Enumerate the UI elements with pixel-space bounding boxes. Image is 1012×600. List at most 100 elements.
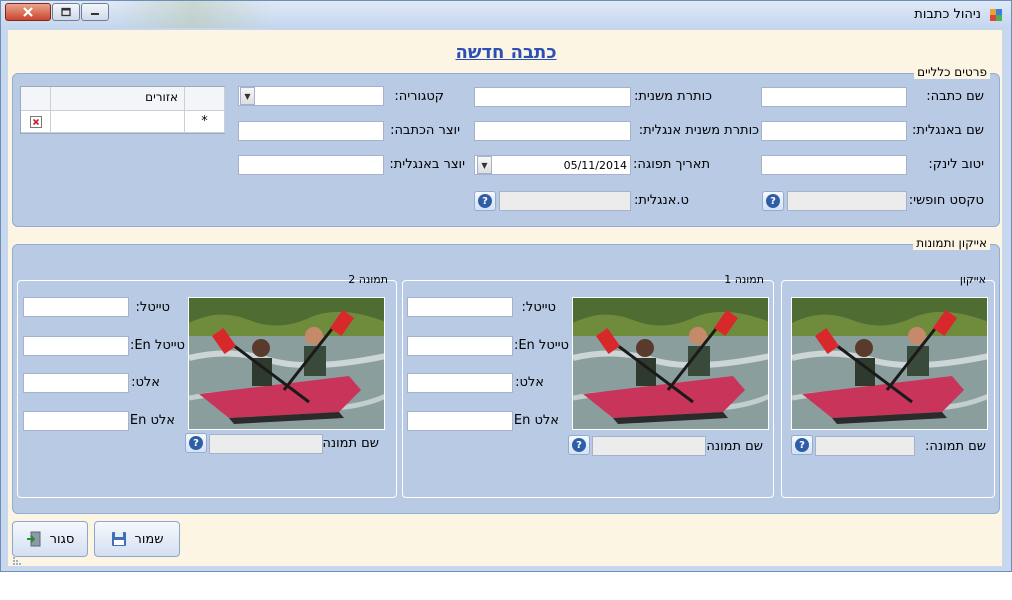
grid-delete-cell[interactable] bbox=[21, 111, 51, 133]
icon-name-help-button[interactable]: ? bbox=[791, 435, 813, 455]
link-routing-input[interactable] bbox=[762, 156, 906, 174]
english-name-label: שם באנגלית: bbox=[912, 123, 984, 138]
expiry-date-input[interactable] bbox=[475, 156, 630, 174]
grid-corner-cell bbox=[21, 87, 51, 111]
text-en-help-button[interactable]: ? bbox=[474, 191, 496, 211]
image2-alt-en-input[interactable] bbox=[24, 412, 128, 430]
link-routing-field[interactable] bbox=[761, 155, 907, 175]
grid-new-row-marker: * bbox=[185, 111, 225, 133]
image1-name-label: שם תמונה: bbox=[702, 439, 763, 454]
expiry-date-dropdown-button[interactable]: ▼ bbox=[477, 156, 492, 174]
image1-name-field[interactable] bbox=[592, 436, 706, 456]
subtitle-en-input[interactable] bbox=[475, 122, 630, 140]
article-name-input[interactable] bbox=[762, 88, 906, 106]
subtitle-label: כותרת משנית: bbox=[633, 89, 712, 104]
image2-alt-en-field[interactable] bbox=[23, 411, 129, 431]
image1-photo[interactable] bbox=[572, 297, 769, 430]
text-en-field[interactable] bbox=[499, 191, 631, 211]
free-text-input[interactable] bbox=[788, 192, 906, 210]
grid-column-header-regions[interactable]: אזורים bbox=[51, 87, 185, 111]
english-name-input[interactable] bbox=[762, 122, 906, 140]
category-input[interactable] bbox=[239, 87, 383, 105]
floppy-disk-icon bbox=[111, 532, 126, 546]
text-en-input[interactable] bbox=[500, 192, 630, 210]
subtitle-input[interactable] bbox=[475, 88, 630, 106]
image2-frame-title: תמונה 2 bbox=[348, 273, 388, 286]
image2-title-en-field[interactable] bbox=[23, 336, 129, 356]
title-bar[interactable]: ניהול כתבות bbox=[1, 1, 1011, 29]
free-text-label: טקסט חופשי: bbox=[908, 193, 984, 208]
text-en-label: ט.אנגלית: bbox=[633, 193, 689, 208]
regions-grid[interactable]: אזורים * bbox=[20, 86, 225, 134]
images-group-title: אייקון ותמונות bbox=[913, 236, 990, 250]
grid-new-row-cell[interactable] bbox=[51, 111, 185, 133]
image2-name-help-button[interactable]: ? bbox=[185, 433, 207, 453]
save-button[interactable]: שמור bbox=[94, 521, 180, 557]
image1-alt-label: אלט: bbox=[515, 375, 544, 390]
minimize-window-button[interactable] bbox=[81, 3, 109, 21]
image1-alt-input[interactable] bbox=[408, 374, 512, 392]
image2-alt-input[interactable] bbox=[24, 374, 128, 392]
kayak-photo bbox=[573, 298, 768, 429]
maximize-window-button[interactable] bbox=[52, 3, 80, 21]
image1-title-label: טייטל: bbox=[521, 300, 556, 315]
author-input[interactable] bbox=[239, 122, 383, 140]
english-name-field[interactable] bbox=[761, 121, 907, 141]
image2-title-en-label: טייטל En: bbox=[129, 338, 185, 353]
help-icon: ? bbox=[766, 194, 780, 208]
author-en-field[interactable] bbox=[238, 155, 384, 175]
free-text-field[interactable] bbox=[787, 191, 907, 211]
category-select[interactable] bbox=[238, 86, 384, 106]
image1-frame-title: תמונה 1 bbox=[724, 273, 764, 286]
image1-title-input[interactable] bbox=[408, 298, 512, 316]
author-field[interactable] bbox=[238, 121, 384, 141]
image2-title-label: טייטל: bbox=[135, 300, 170, 315]
article-name-field[interactable] bbox=[761, 87, 907, 107]
image1-title-en-input[interactable] bbox=[408, 337, 512, 355]
icon-photo[interactable] bbox=[791, 297, 988, 430]
icon-name-input[interactable] bbox=[816, 437, 914, 455]
icon-name-label: שם תמונה: bbox=[925, 439, 986, 454]
image1-alt-en-field[interactable] bbox=[407, 411, 513, 431]
close-window-button[interactable] bbox=[5, 3, 51, 21]
form-title: כתבה חדשה bbox=[455, 42, 557, 63]
dropdown-arrow-icon: ▼ bbox=[244, 91, 251, 101]
expiry-date-picker[interactable] bbox=[474, 155, 631, 175]
subtitle-en-label: כותרת משנית אנגלית: bbox=[638, 123, 759, 138]
image2-title-field[interactable] bbox=[23, 297, 129, 317]
image1-alt-en-label: אלט En: bbox=[510, 413, 559, 428]
author-label: יוצר הכתבה: bbox=[390, 123, 460, 138]
category-dropdown-button[interactable]: ▼ bbox=[240, 87, 255, 105]
image2-title-en-input[interactable] bbox=[24, 337, 128, 355]
image1-name-input[interactable] bbox=[593, 437, 705, 455]
image2-alt-label: אלט: bbox=[131, 375, 160, 390]
image1-title-field[interactable] bbox=[407, 297, 513, 317]
author-en-input[interactable] bbox=[239, 156, 383, 174]
subtitle-field[interactable] bbox=[474, 87, 631, 107]
author-en-label: יוצר באנגלית: bbox=[389, 157, 465, 172]
help-icon: ? bbox=[478, 194, 492, 208]
expiry-date-label: תאריך תפוגה: bbox=[632, 157, 710, 172]
exit-icon bbox=[26, 531, 41, 547]
free-text-help-button[interactable]: ? bbox=[762, 191, 784, 211]
image1-title-en-field[interactable] bbox=[407, 336, 513, 356]
image1-alt-en-input[interactable] bbox=[408, 412, 512, 430]
close-icon bbox=[23, 7, 33, 17]
kayak-photo bbox=[189, 298, 384, 429]
image2-title-input[interactable] bbox=[24, 298, 128, 316]
size-grip-icon[interactable] bbox=[12, 556, 22, 566]
subtitle-en-field[interactable] bbox=[474, 121, 631, 141]
image2-name-input[interactable] bbox=[210, 435, 322, 453]
image2-alt-field[interactable] bbox=[23, 373, 129, 393]
help-icon: ? bbox=[795, 438, 809, 452]
image1-name-help-button[interactable]: ? bbox=[568, 435, 590, 455]
image2-name-field[interactable] bbox=[209, 434, 323, 454]
close-button[interactable]: סגור bbox=[12, 521, 88, 557]
maximize-icon bbox=[61, 7, 71, 17]
general-details-group-title: פרטים כלליים bbox=[914, 65, 990, 79]
icon-name-field[interactable] bbox=[815, 436, 915, 456]
app-icon bbox=[990, 9, 1002, 21]
image2-photo[interactable] bbox=[188, 297, 385, 430]
save-button-label: שמור bbox=[134, 531, 164, 547]
image1-alt-field[interactable] bbox=[407, 373, 513, 393]
